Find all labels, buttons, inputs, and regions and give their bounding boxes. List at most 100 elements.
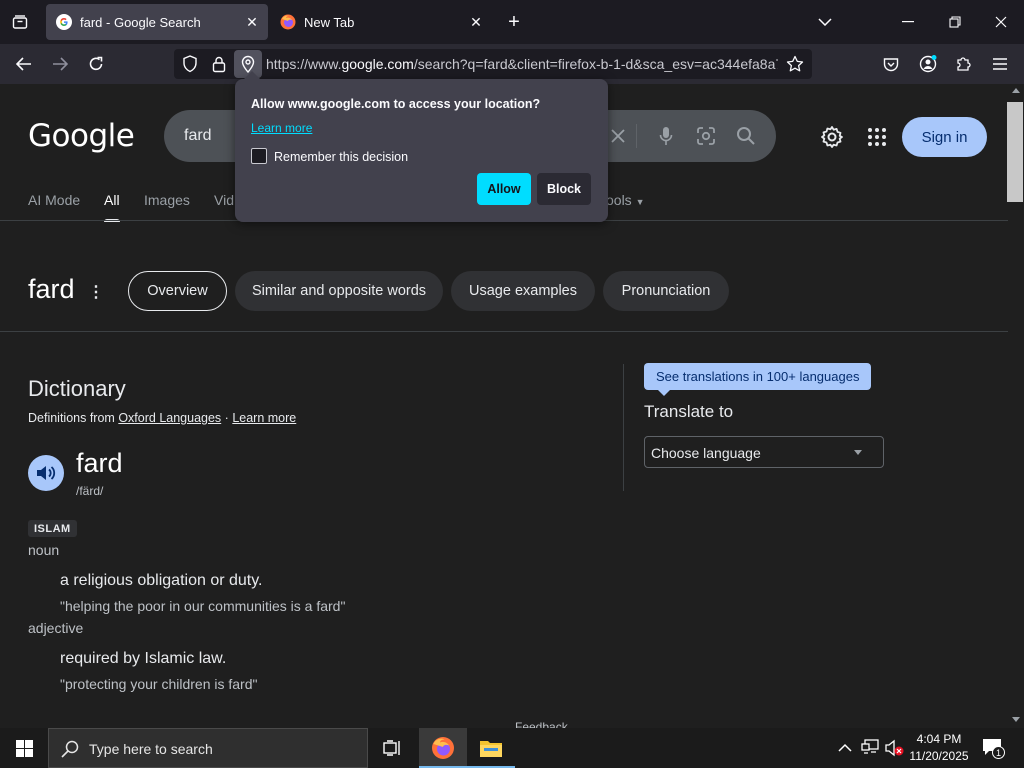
show-hidden-icons-chevron-icon[interactable] xyxy=(838,740,852,758)
search-input[interactable]: fard xyxy=(184,127,212,145)
url-text[interactable]: https://www.google.com/search?q=fard&cli… xyxy=(266,56,778,72)
search-magnifier-icon[interactable] xyxy=(734,124,758,148)
camera-lens-icon[interactable] xyxy=(694,124,718,148)
clock-date: 11/20/2025 xyxy=(909,749,969,763)
taskbar-file-explorer-icon[interactable] xyxy=(467,728,515,768)
task-view-icon[interactable] xyxy=(368,728,416,768)
network-icon[interactable] xyxy=(861,739,879,760)
tab-tools-label: ools xyxy=(606,192,632,208)
headword: fard xyxy=(76,448,123,478)
page-scrollbar-thumb[interactable] xyxy=(1007,102,1023,202)
column-divider xyxy=(623,364,624,491)
apps-grid-icon[interactable] xyxy=(868,128,886,151)
taskbar-search-icon xyxy=(61,740,79,763)
source-prefix: Definitions from xyxy=(28,411,115,425)
chip-similar-opposite[interactable]: Similar and opposite words xyxy=(235,271,443,311)
forward-arrow-icon[interactable] xyxy=(46,50,74,78)
feedback-link[interactable]: Feedback xyxy=(515,720,568,728)
sign-in-button[interactable]: Sign in xyxy=(902,117,987,157)
notification-count: 1 xyxy=(992,746,1005,759)
language-select[interactable]: Choose language xyxy=(644,436,884,468)
scroll-up-arrow-icon[interactable] xyxy=(1012,88,1020,93)
remember-decision-label[interactable]: Remember this decision xyxy=(274,150,408,164)
chip-overview[interactable]: Overview xyxy=(128,271,227,311)
source-separator: · xyxy=(224,411,229,425)
definition: a religious obligation or duty. xyxy=(60,572,263,589)
dictionary-learn-more-link[interactable]: Learn more xyxy=(232,411,296,425)
system-clock[interactable]: 4:04 PM 11/20/2025 xyxy=(905,731,973,765)
address-bar[interactable]: https://www.google.com/search?q=fard&cli… xyxy=(174,49,812,79)
reload-icon[interactable] xyxy=(82,50,110,78)
url-domain: google.com xyxy=(341,56,414,72)
example: "helping the poor in our communities is … xyxy=(60,598,346,614)
pocket-icon[interactable] xyxy=(877,50,905,78)
url-path: /search?q=fard&client=firefox-b-1-d&sca_… xyxy=(413,56,778,72)
popup-title: Allow www.google.com to access your loca… xyxy=(251,97,541,111)
tab-all[interactable]: All xyxy=(104,192,120,222)
browser-nav-bar: https://www.google.com/search?q=fard&cli… xyxy=(0,44,1024,84)
url-prefix: https://www. xyxy=(266,56,342,72)
popup-learn-more-link[interactable]: Learn more xyxy=(251,121,312,135)
dictionary-heading: Dictionary xyxy=(28,376,126,401)
settings-gear-icon[interactable] xyxy=(820,125,844,154)
lock-icon[interactable] xyxy=(212,55,226,78)
translate-heading: Translate to xyxy=(644,402,734,421)
part-of-speech: adjective xyxy=(28,620,84,636)
language-select-value: Choose language xyxy=(651,445,761,461)
windows-start-icon[interactable] xyxy=(0,728,48,768)
menu-hamburger-icon[interactable] xyxy=(986,50,1014,78)
allow-button[interactable]: Allow xyxy=(477,173,531,205)
part-of-speech: noun xyxy=(28,542,60,558)
notifications-icon[interactable]: 1 xyxy=(982,738,1006,760)
subject-badge: ISLAM xyxy=(28,520,77,537)
chip-pronunciation[interactable]: Pronunciation xyxy=(603,271,729,311)
microphone-icon[interactable] xyxy=(654,124,678,148)
tab-list-icon[interactable] xyxy=(8,10,32,34)
volume-muted-icon[interactable] xyxy=(885,739,905,762)
tab-title: New Tab xyxy=(304,14,355,30)
scroll-down-arrow-icon[interactable] xyxy=(1012,717,1020,722)
bookmark-star-icon[interactable] xyxy=(786,55,804,78)
definition: required by Islamic law. xyxy=(60,650,227,667)
oxford-languages-link[interactable]: Oxford Languages xyxy=(118,411,221,425)
search-box-divider xyxy=(636,124,637,148)
restore-window-icon[interactable] xyxy=(941,8,969,36)
taskbar-search-box[interactable]: Type here to search xyxy=(48,728,368,768)
firefox-favicon-icon xyxy=(280,14,296,30)
tab-ai-mode[interactable]: AI Mode xyxy=(28,192,80,208)
back-arrow-icon[interactable] xyxy=(10,50,38,78)
google-favicon-icon xyxy=(56,14,72,30)
location-permission-popup: Allow www.google.com to access your loca… xyxy=(235,71,608,222)
dropdown-caret-icon xyxy=(854,450,862,455)
clear-search-icon[interactable] xyxy=(606,124,630,148)
close-tab-icon[interactable]: ✕ xyxy=(466,12,486,32)
remember-decision-checkbox[interactable] xyxy=(251,148,267,164)
translations-tooltip: See translations in 100+ languages xyxy=(644,363,872,396)
close-tab-icon[interactable]: ✕ xyxy=(242,12,262,32)
close-window-icon[interactable] xyxy=(987,8,1015,36)
extensions-puzzle-icon[interactable] xyxy=(950,50,978,78)
tab-title: fard - Google Search xyxy=(80,14,201,30)
phonetic: /färd/ xyxy=(76,484,104,498)
tab-google-search[interactable]: fard - Google Search ✕ xyxy=(46,4,268,40)
chip-usage-examples[interactable]: Usage examples xyxy=(451,271,595,311)
tab-images[interactable]: Images xyxy=(144,192,190,208)
tab-new-tab[interactable]: New Tab ✕ xyxy=(270,4,492,40)
taskbar-firefox-icon[interactable] xyxy=(419,728,467,768)
term-title: fard xyxy=(28,274,75,304)
tracking-protection-shield-icon[interactable] xyxy=(182,55,198,78)
dictionary-source: Definitions from Oxford Languages · Lear… xyxy=(28,411,296,425)
example: "protecting your children is fard" xyxy=(60,676,258,692)
google-logo[interactable]: Google xyxy=(28,118,135,154)
new-tab-plus-icon[interactable]: + xyxy=(502,10,526,34)
minimize-window-icon[interactable] xyxy=(894,8,922,36)
account-icon[interactable] xyxy=(914,50,942,78)
pronounce-speaker-icon[interactable] xyxy=(28,455,64,491)
taskbar-search-placeholder: Type here to search xyxy=(89,741,213,757)
more-options-icon[interactable]: ⋮ xyxy=(88,282,104,302)
block-button[interactable]: Block xyxy=(537,173,591,205)
term-divider xyxy=(0,331,1008,332)
list-all-tabs-chevron-icon[interactable] xyxy=(811,8,839,36)
tab-videos[interactable]: Vid xyxy=(214,192,234,208)
tab-tools[interactable]: ools ▼ xyxy=(606,192,645,208)
